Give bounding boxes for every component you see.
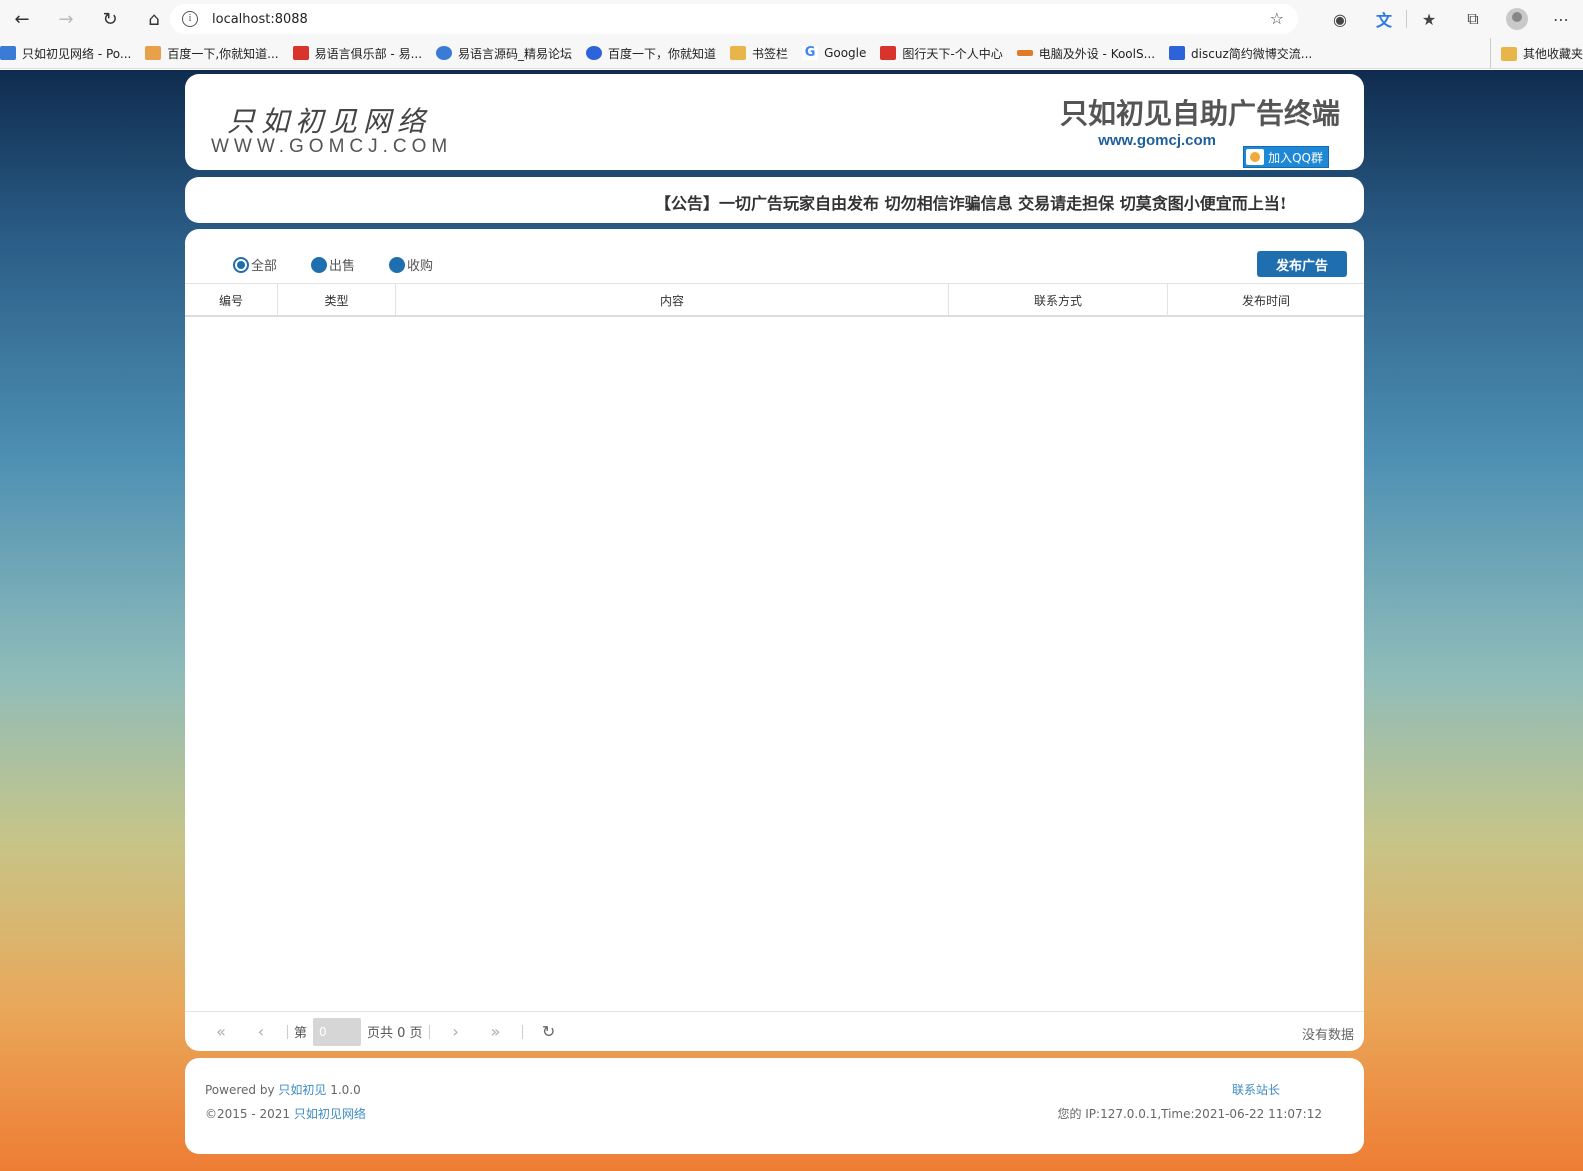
column-header-contact[interactable]: 联系方式 [949,284,1168,316]
radio-unchecked-icon [311,256,328,273]
last-page-icon[interactable]: » [476,1022,516,1041]
copyright-link[interactable]: 只如初见网络 [294,1107,366,1121]
other-bookmarks-folder[interactable]: 其他收藏夹 [1489,38,1583,68]
page-title: 只如初见自助广告终端 [1059,97,1340,130]
bookmark-item[interactable]: 易语言源码_精易论坛 [436,45,572,62]
filter-buy-radio[interactable]: 收购 [389,255,433,274]
notice-banner: 【公告】一切广告玩家自由发布 切勿相信诈骗信息 交易请走担保 切莫贪图小便宜而上… [185,177,1364,223]
pager-divider [521,1024,523,1039]
reload-icon[interactable]: ↻ [88,0,132,38]
bookmark-item[interactable]: G Google [802,46,866,60]
column-header-id[interactable]: 编号 [185,284,278,316]
discuz-icon [1169,46,1186,60]
pager-divider [287,1024,288,1039]
column-header-publish-time[interactable]: 发布时间 [1168,284,1364,316]
back-icon[interactable]: ← [0,0,44,38]
google-icon: G [802,46,819,60]
copyright: ©2015 - 2021 只如初见网络 [205,1107,366,1121]
pager-status: 没有数据 [1301,1028,1354,1043]
ad-list-panel: 全部 出售 收购 发布广告 编号 类型 内容 联系方式 发布时间 « ‹ 第 0… [185,229,1364,1051]
collections-icon[interactable]: ⧉ [1451,0,1495,38]
radio-checked-icon [233,256,249,273]
filter-sell-radio[interactable]: 出售 [311,255,355,274]
forward-icon[interactable]: → [44,0,88,38]
join-qq-group-button[interactable]: 加入QQ群 [1243,146,1329,168]
translate-icon[interactable]: 文 [1362,0,1406,38]
site-logo[interactable]: 只如初见网络 [227,100,431,140]
next-page-icon[interactable]: › [436,1022,476,1041]
url-text: localhost:8088 [212,11,308,27]
site-header: 只如初见网络 WWW.GOMCJ.COM 只如初见自助广告终端 www.gomc… [185,74,1364,170]
bookmark-folder[interactable]: 书签栏 [730,45,788,62]
page-prefix-label: 第 [294,1026,308,1041]
add-favorite-icon[interactable]: ☆ [1270,9,1284,28]
notice-text: 【公告】一切广告玩家自由发布 切勿相信诈骗信息 交易请走担保 切莫贪图小便宜而上… [655,194,1287,213]
column-header-type[interactable]: 类型 [278,284,396,316]
info-icon[interactable]: i [182,11,198,27]
bookmark-item[interactable]: 只如初见网络 - Po... [0,45,131,62]
page-number-input[interactable]: 0 [313,1017,362,1046]
filter-all-radio[interactable]: 全部 [233,255,277,274]
browser-toolbar: ← → ↻ ⌂ i localhost:8088 ☆ ◉ 文 ★ ⧉ ⋯ [0,0,1583,38]
page-total-label: 页共 0 页 [367,1026,423,1041]
pagination-bar: « ‹ 第 0 页共 0 页 › » ↻ 没有数据 [185,1011,1364,1051]
pager-divider [428,1024,430,1039]
table-header: 编号 类型 内容 联系方式 发布时间 [185,283,1364,317]
bookmark-item[interactable]: 百度一下,你就知道... [145,45,279,62]
paw-icon [586,46,603,60]
profile-avatar[interactable] [1495,0,1539,38]
first-page-icon[interactable]: « [201,1022,241,1041]
contact-admin-link[interactable]: 联系站长 [1232,1081,1280,1098]
club-icon [292,46,309,60]
favorites-icon[interactable]: ★ [1407,0,1451,38]
powered-by-link[interactable]: 只如初见 [278,1083,326,1097]
visitor-ip-info: 您的 IP:127.0.0.1,Time:2021-06-22 11:07:12 [1057,1107,1322,1121]
image-icon [880,46,897,60]
publish-ad-button[interactable]: 发布广告 [1257,251,1347,277]
site-url-link[interactable]: www.gomcj.com [1098,132,1216,149]
bookmark-item[interactable]: 电脑及外设 - KoolS... [1016,45,1155,62]
baidu-icon [145,46,162,60]
site-footer: Powered by 只如初见 1.0.0 ©2015 - 2021 只如初见网… [185,1058,1364,1154]
more-menu-icon[interactable]: ⋯ [1539,0,1583,38]
site-logo-domain: WWW.GOMCJ.COM [211,136,453,157]
site-icon [0,46,16,60]
bookmark-item[interactable]: 百度一下，你就知道 [586,45,716,62]
eye-icon [436,46,453,60]
extension-icon[interactable]: ◉ [1318,0,1362,38]
type-filter-group: 全部 出售 收购 [233,255,467,274]
page-background: 只如初见网络 WWW.GOMCJ.COM 只如初见自助广告终端 www.gomc… [0,70,1583,1171]
qq-group-icon [1246,149,1265,165]
kool-icon [1016,50,1033,56]
join-qq-label: 加入QQ群 [1268,150,1323,165]
refresh-icon[interactable]: ↻ [529,1022,569,1041]
column-header-content[interactable]: 内容 [396,284,949,316]
bookmark-item[interactable]: discuz简约微博交流... [1169,45,1312,62]
folder-icon [1500,46,1517,61]
powered-by: Powered by 只如初见 1.0.0 [205,1083,361,1097]
address-bar[interactable]: i localhost:8088 ☆ [170,4,1298,34]
radio-unchecked-icon [389,256,406,273]
bookmark-item[interactable]: 易语言俱乐部 - 易... [292,45,422,62]
bookmark-item[interactable]: 图行天下-个人中心 [880,45,1003,62]
bookmarks-bar: 只如初见网络 - Po... 百度一下,你就知道... 易语言俱乐部 - 易..… [0,38,1583,69]
folder-icon [730,46,747,60]
prev-page-icon[interactable]: ‹ [241,1022,281,1041]
